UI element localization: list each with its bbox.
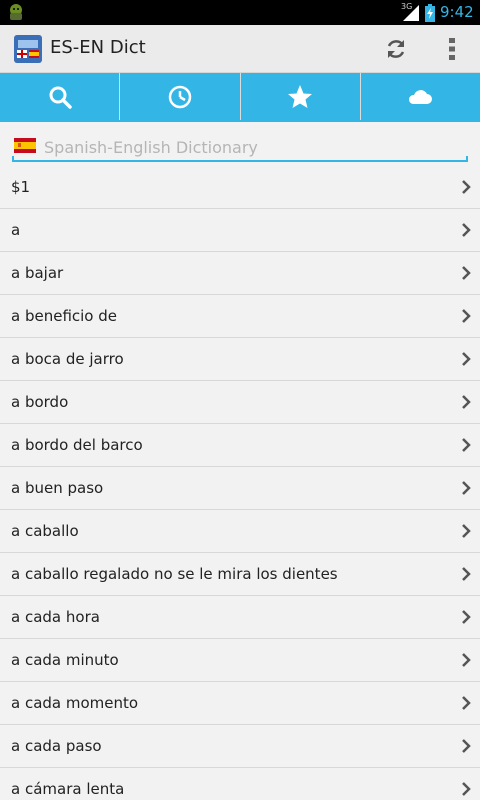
word-list: $1 a a bajar a beneficio de a boca de ja… (0, 166, 480, 800)
chevron-right-icon (462, 438, 471, 452)
word-label: a (11, 221, 21, 239)
chevron-right-icon (462, 524, 471, 538)
word-label: a cámara lenta (11, 780, 125, 798)
word-label: a beneficio de (11, 307, 118, 325)
list-item[interactable]: a caballo (0, 510, 480, 553)
list-item[interactable]: a bajar (0, 252, 480, 295)
search-input[interactable] (44, 134, 464, 160)
list-item[interactable]: a caballo regalado no se le mira los die… (0, 553, 480, 596)
tab-cloud[interactable] (360, 73, 480, 120)
word-label: a boca de jarro (11, 350, 124, 368)
word-label: a cada momento (11, 694, 139, 712)
search-row (0, 122, 480, 166)
list-item[interactable]: a bordo del barco (0, 424, 480, 467)
favorites-star-icon (288, 84, 313, 108)
list-item[interactable]: a bordo (0, 381, 480, 424)
chevron-right-icon (462, 610, 471, 624)
tab-favorites[interactable] (240, 73, 361, 120)
chevron-right-icon (462, 782, 471, 796)
chevron-right-icon (462, 352, 471, 366)
chevron-right-icon (462, 567, 471, 581)
history-clock-icon (168, 85, 192, 108)
list-item[interactable]: a cada hora (0, 596, 480, 639)
list-item[interactable]: a buen paso (0, 467, 480, 510)
chevron-right-icon (462, 481, 471, 495)
list-item[interactable]: a boca de jarro (0, 338, 480, 381)
overflow-menu-icon (449, 38, 455, 60)
word-label: a bordo del barco (11, 436, 143, 454)
app-logo-icon (14, 35, 42, 63)
status-bar: 3G 9:42 (0, 0, 480, 25)
chevron-right-icon (462, 223, 471, 237)
list-item[interactable]: a cada minuto (0, 639, 480, 682)
app-title: ES-EN Dict (50, 37, 146, 58)
list-item[interactable]: a cada momento (0, 682, 480, 725)
word-label: $1 (11, 178, 31, 196)
tab-bar (0, 73, 480, 122)
spain-flag-icon[interactable] (14, 138, 36, 153)
refresh-button[interactable] (380, 33, 412, 65)
list-item[interactable]: a beneficio de (0, 295, 480, 338)
list-item[interactable]: a cada paso (0, 725, 480, 768)
tab-search[interactable] (0, 73, 121, 120)
search-underline (12, 156, 468, 162)
word-label: a bordo (11, 393, 69, 411)
word-label: a bajar (11, 264, 64, 282)
chevron-right-icon (462, 739, 471, 753)
chevron-right-icon (462, 653, 471, 667)
battery-charging-icon (425, 4, 435, 22)
chevron-right-icon (462, 266, 471, 280)
word-label: a caballo regalado no se le mira los die… (11, 565, 338, 583)
list-item[interactable]: a (0, 209, 480, 252)
chevron-right-icon (462, 180, 471, 194)
word-label: a buen paso (11, 479, 104, 497)
tab-history[interactable] (120, 73, 241, 120)
chevron-right-icon (462, 696, 471, 710)
list-item[interactable]: $1 (0, 166, 480, 209)
refresh-icon (387, 40, 405, 58)
chevron-right-icon (462, 395, 471, 409)
android-notification-icon (10, 4, 22, 20)
word-label: a cada minuto (11, 651, 119, 669)
chevron-right-icon (462, 309, 471, 323)
overflow-menu-button[interactable] (440, 33, 464, 65)
action-bar: ES-EN Dict (0, 25, 480, 73)
search-icon (49, 86, 72, 109)
word-label: a caballo (11, 522, 79, 540)
signal-strength-icon (403, 5, 419, 21)
list-item[interactable]: a cámara lenta (0, 768, 480, 800)
status-clock: 9:42 (440, 3, 474, 21)
word-label: a cada hora (11, 608, 100, 626)
cloud-icon (409, 89, 433, 104)
word-label: a cada paso (11, 737, 102, 755)
